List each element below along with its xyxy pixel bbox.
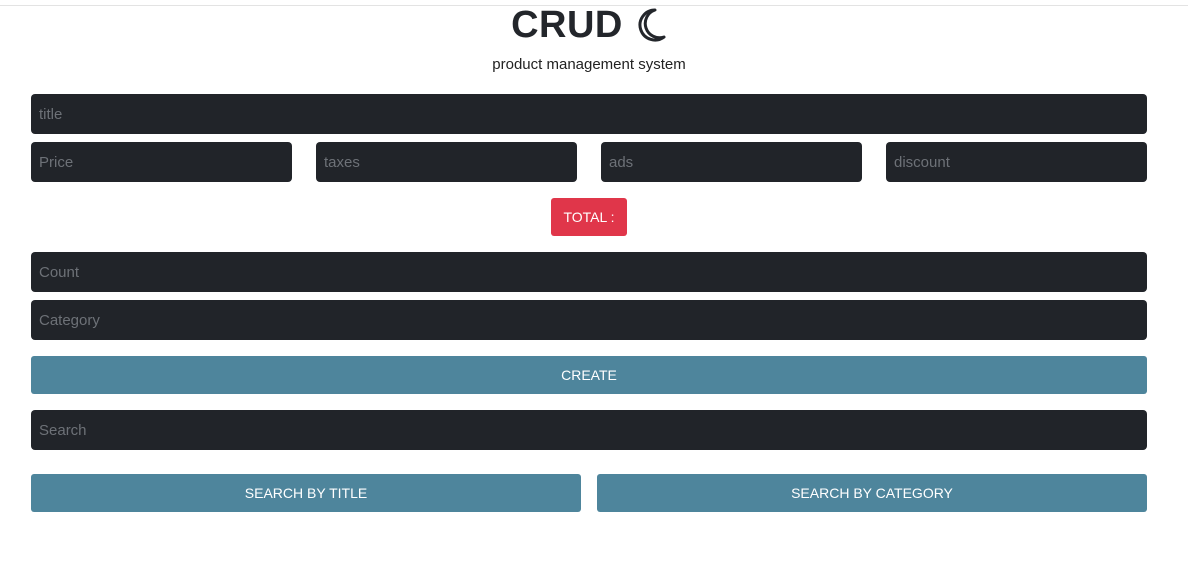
- total-badge: TOTAL :: [551, 198, 627, 236]
- price-row: [31, 142, 1147, 182]
- page-subtitle: product management system: [492, 56, 686, 73]
- discount-input[interactable]: [886, 142, 1147, 182]
- category-input[interactable]: [31, 300, 1147, 340]
- total-wrapper: TOTAL :: [31, 198, 1147, 236]
- search-by-category-button[interactable]: SEARCH BY CATEGORY: [597, 474, 1147, 512]
- create-button[interactable]: CREATE: [31, 356, 1147, 394]
- page-header: CRUD product management system: [31, 0, 1147, 94]
- page-title: CRUD: [511, 4, 623, 46]
- crescent-moon-icon[interactable]: [633, 7, 667, 43]
- taxes-input[interactable]: [316, 142, 577, 182]
- search-by-title-button[interactable]: SEARCH BY TITLE: [31, 474, 581, 512]
- title-input[interactable]: [31, 94, 1147, 134]
- search-input[interactable]: [31, 410, 1147, 450]
- title-row: CRUD: [31, 0, 1147, 46]
- ads-input[interactable]: [601, 142, 862, 182]
- count-input[interactable]: [31, 252, 1147, 292]
- search-buttons-row: SEARCH BY TITLE SEARCH BY CATEGORY: [31, 474, 1147, 512]
- crud-form: CRUD product management system TOTAL : C…: [31, 0, 1147, 512]
- price-input[interactable]: [31, 142, 292, 182]
